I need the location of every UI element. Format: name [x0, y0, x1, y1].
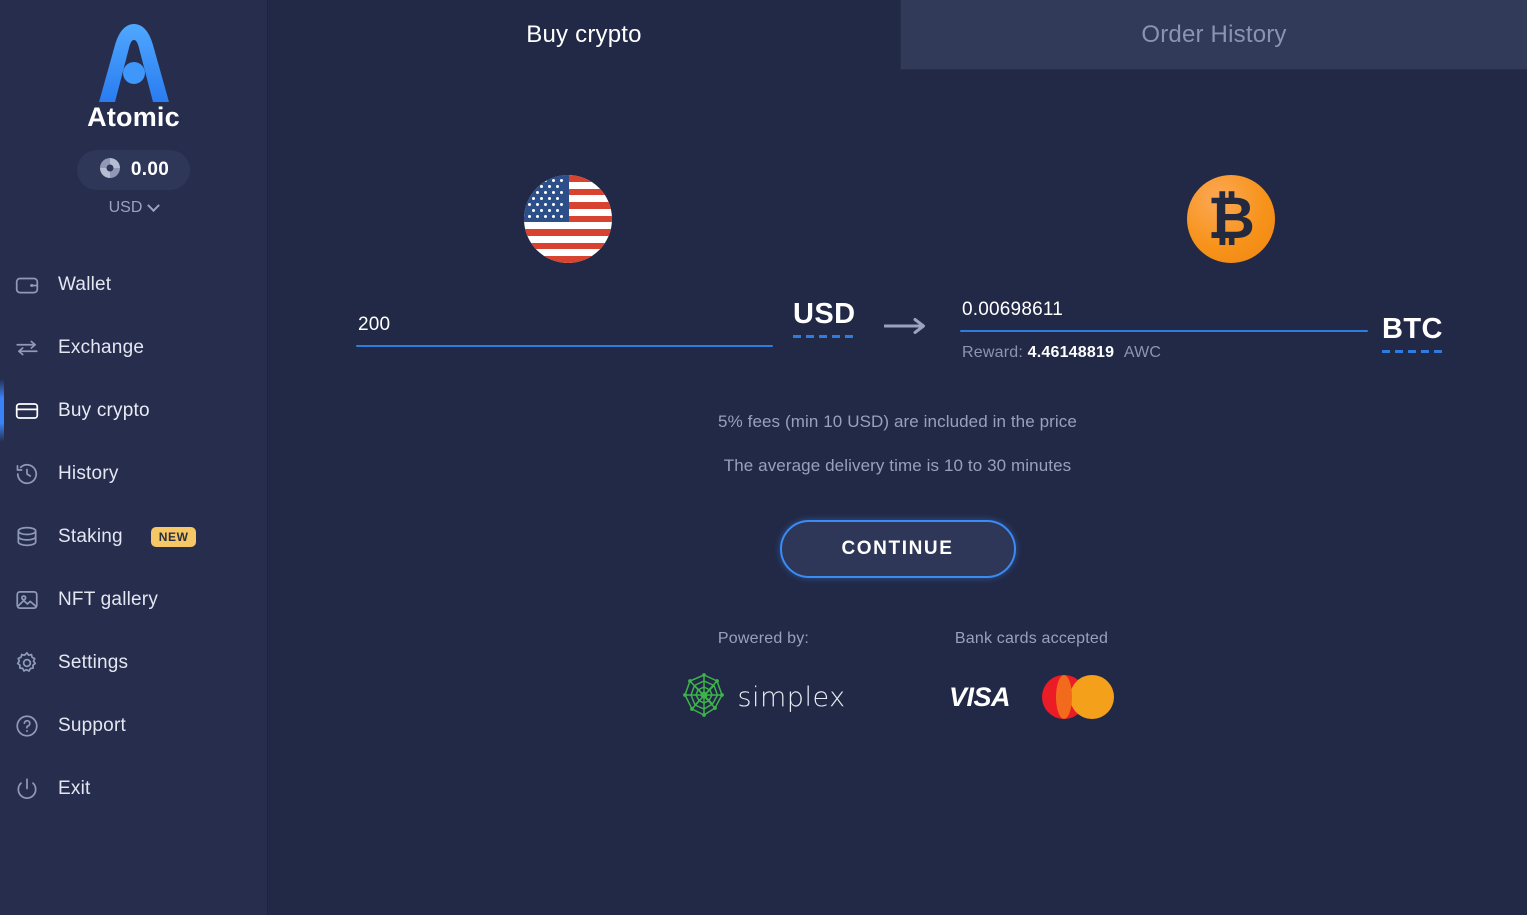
donut-chart-icon-svg — [99, 157, 120, 178]
fee-note: 5% fees (min 10 USD) are included in the… — [718, 412, 1077, 431]
sidebar-item-nft-gallery[interactable]: NFT gallery — [0, 568, 267, 631]
delivery-note: The average delivery time is 10 to 30 mi… — [723, 456, 1072, 475]
to-amount-field — [960, 299, 1368, 332]
provider-logo-row: simplex — [628, 672, 900, 723]
sidebar-item-label: Wallet — [58, 273, 112, 295]
reward-label: Reward: — [962, 344, 1023, 361]
to-underline — [960, 330, 1368, 332]
card-logos-row: VISA — [896, 673, 1168, 721]
sidebar-item-label: Exit — [58, 777, 91, 799]
from-currency-selector[interactable]: USD — [793, 298, 856, 347]
sidebar-item-exit[interactable]: Exit — [0, 757, 267, 820]
reward-value: 4.46148819 — [1027, 344, 1115, 361]
sidebar-item-settings[interactable]: Settings — [0, 631, 267, 694]
image-icon — [14, 587, 40, 613]
sidebar: Atomic 0.00 USD Wallet Exchange Buy cryp… — [0, 0, 268, 915]
from-coin-wrap — [268, 175, 898, 263]
flag-canton — [523, 175, 569, 223]
powered-by-title: Powered by: — [717, 630, 810, 647]
status-badge: NEW — [150, 526, 196, 547]
to-ticker-label: BTC — [1382, 313, 1443, 345]
to-ticker-underline — [1382, 350, 1443, 353]
to-coin-wrap: ₿ — [898, 175, 1527, 263]
bank-cards-title: Bank cards accepted — [954, 630, 1109, 647]
usa-flag-icon — [523, 175, 612, 263]
sidebar-item-label: NFT gallery — [58, 588, 159, 610]
sidebar-item-label: Exchange — [58, 336, 145, 358]
balance-amount: 0.00 — [130, 159, 170, 180]
from-ticker-label: USD — [793, 298, 856, 330]
to-side: Reward: 4.46148819 AWC BTC — [960, 299, 1527, 362]
to-amount-input[interactable] — [960, 299, 1368, 330]
from-amount-input[interactable] — [356, 314, 773, 345]
conversion-row: USD Reward: — [268, 299, 1527, 362]
tab-bar: Buy crypto Order History — [268, 0, 1527, 70]
card-icon — [14, 398, 40, 424]
to-amount-block: Reward: 4.46148819 AWC — [960, 299, 1368, 362]
continue-button[interactable]: CONTINUE — [779, 520, 1016, 578]
atomic-a-logo-svg — [98, 24, 169, 102]
sidebar-item-buy-crypto[interactable]: Buy crypto — [0, 379, 267, 442]
sidebar-nav: Wallet Exchange Buy crypto History Staki… — [0, 253, 267, 820]
sidebar-item-staking[interactable]: Staking NEW — [0, 505, 267, 568]
sidebar-item-support[interactable]: Support — [0, 694, 267, 757]
mastercard-logo — [1042, 675, 1115, 719]
main-panel: Buy crypto Order History ₿ 200 USD 0.006… — [268, 0, 1527, 915]
wallet-icon — [14, 272, 40, 298]
visa-logo: VISA — [948, 681, 1011, 712]
tab-buy-crypto[interactable]: Buy crypto — [268, 0, 900, 70]
atomic-a-logo — [0, 16, 267, 108]
to-currency-selector[interactable]: BTC — [1382, 314, 1443, 362]
bitcoin-icon: ₿ — [1187, 175, 1276, 263]
simplex-logo — [681, 672, 727, 723]
brand-name: Atomic — [87, 102, 180, 132]
power-icon — [14, 776, 40, 802]
mastercard-amber-circle — [1070, 675, 1115, 719]
stack-icon — [14, 524, 40, 550]
arrow-right-icon-svg — [884, 318, 926, 334]
chevron-down-icon — [147, 198, 161, 212]
arrow-right-icon — [875, 317, 937, 347]
powered-by-col: Powered by: simplex — [628, 630, 900, 721]
brand-block: Atomic 0.00 USD — [0, 0, 267, 217]
reward-line: Reward: 4.46148819 AWC — [960, 344, 1368, 362]
donut-chart-icon — [98, 156, 122, 185]
bank-cards-col: Bank cards accepted VISA — [896, 630, 1168, 721]
sidebar-item-label: Staking — [58, 525, 123, 547]
footer: Powered by: simplex Bank cards accepted … — [268, 630, 1527, 721]
sidebar-item-exchange[interactable]: Exchange — [0, 316, 267, 379]
mastercard-overlap — [1056, 675, 1073, 719]
from-ticker-underline — [793, 335, 856, 338]
app-root: Atomic 0.00 USD Wallet Exchange Buy cryp… — [0, 0, 1527, 915]
from-amount-field — [356, 314, 773, 347]
sidebar-item-label: Buy crypto — [58, 399, 150, 421]
reward-unit: AWC — [1123, 344, 1162, 361]
simplex-logo-svg — [683, 672, 725, 717]
cta-row: CONTINUE — [268, 520, 1527, 578]
from-underline — [356, 345, 773, 347]
balance-pill[interactable]: 0.00 — [77, 150, 190, 190]
sidebar-item-label: Support — [58, 714, 126, 736]
sidebar-item-wallet[interactable]: Wallet — [0, 253, 267, 316]
provider-name: simplex — [737, 681, 846, 713]
tab-order-history[interactable]: Order History — [900, 0, 1527, 70]
sidebar-item-label: History — [58, 462, 119, 484]
sidebar-item-history[interactable]: History — [0, 442, 267, 505]
notes-block: 5% fees (min 10 USD) are included in the… — [268, 412, 1527, 476]
currency-label: USD — [108, 199, 143, 216]
exchange-icon — [14, 335, 40, 361]
gear-icon — [14, 650, 40, 676]
sidebar-item-label: Settings — [58, 651, 129, 673]
currency-selector[interactable]: USD — [0, 198, 267, 217]
question-icon — [14, 713, 40, 739]
coin-icons-row: ₿ — [268, 175, 1527, 263]
bitcoin-symbol: ₿ — [1207, 183, 1255, 252]
from-side: USD — [268, 299, 960, 347]
clock-icon — [14, 461, 40, 487]
